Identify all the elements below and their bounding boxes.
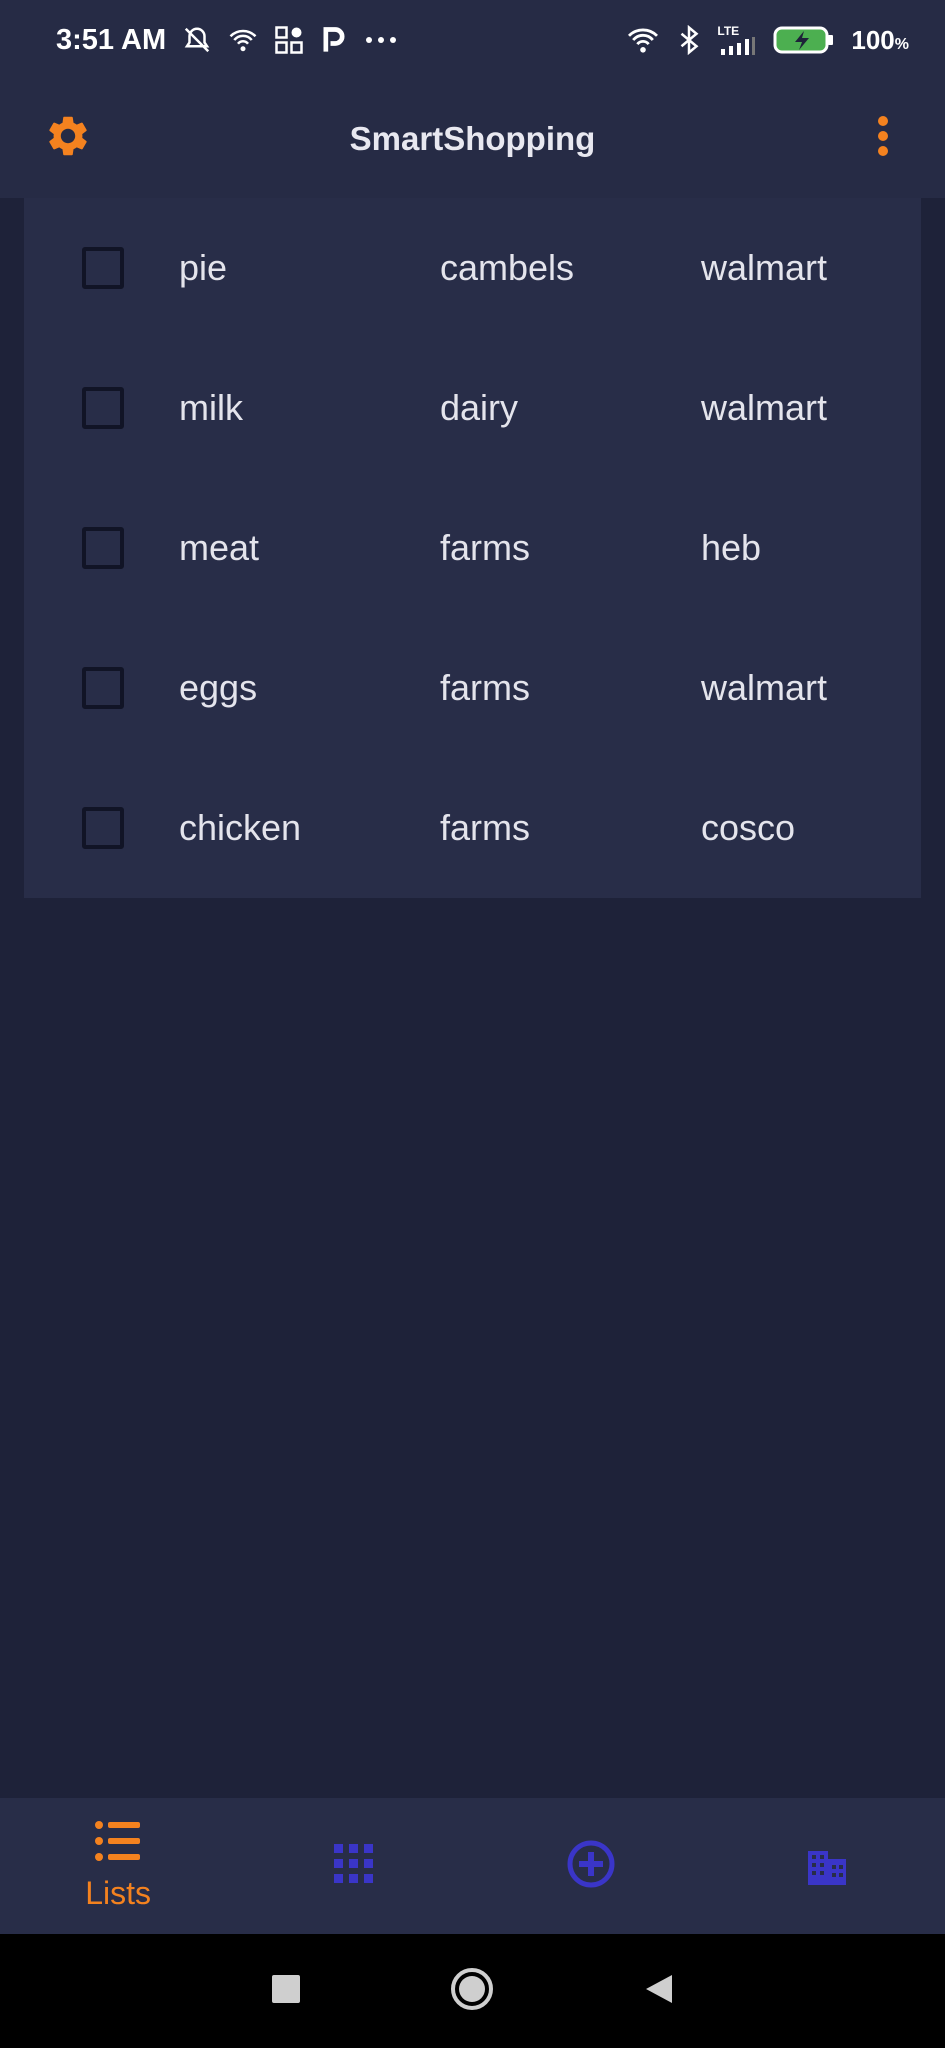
item-store: walmart — [701, 387, 828, 428]
app-bar: SmartShopping — [0, 80, 945, 198]
tab-stores[interactable] — [709, 1798, 945, 1934]
gear-icon — [44, 112, 92, 165]
status-right: LTE 100% — [625, 25, 909, 56]
shopping-list: pie cambels walmart milk dairy walmart m… — [24, 198, 921, 898]
tab-grid[interactable] — [236, 1798, 472, 1934]
settings-button[interactable] — [40, 110, 96, 166]
list-icon — [94, 1820, 142, 1867]
parking-icon — [320, 25, 348, 55]
circle-home-icon — [450, 1967, 494, 2016]
list-item[interactable]: eggs farms walmart — [24, 618, 921, 758]
list-item[interactable]: meat farms heb — [24, 478, 921, 618]
item-checkbox[interactable] — [82, 387, 124, 429]
triangle-back-icon — [644, 1973, 674, 2010]
item-category: farms — [440, 807, 530, 848]
tab-add[interactable] — [473, 1798, 709, 1934]
bottom-nav: Lists — [0, 1798, 945, 1934]
item-checkbox[interactable] — [82, 527, 124, 569]
item-category: cambels — [440, 247, 575, 288]
app-title: SmartShopping — [349, 120, 596, 157]
item-name: chicken — [179, 807, 302, 848]
item-category: farms — [440, 527, 530, 568]
item-name: meat — [179, 527, 260, 568]
item-store: cosco — [701, 807, 796, 848]
home-button[interactable] — [450, 1967, 494, 2016]
signal-icon: LTE — [717, 25, 757, 55]
alarm-off-icon — [182, 25, 212, 55]
recents-button[interactable] — [271, 1974, 300, 2008]
item-name: milk — [179, 387, 243, 428]
grid-icon — [333, 1843, 375, 1890]
item-checkbox[interactable] — [82, 667, 124, 709]
more-dots-icon — [364, 35, 398, 45]
overflow-menu-button[interactable] — [855, 110, 911, 166]
square-recents-icon — [271, 1974, 300, 2008]
tab-lists-label: Lists — [85, 1875, 152, 1911]
bluetooth-icon — [677, 25, 701, 55]
status-time: 3:51 AM — [56, 23, 167, 56]
network-label: LTE — [717, 24, 740, 38]
back-button[interactable] — [644, 1973, 674, 2010]
more-vertical-icon — [876, 115, 890, 162]
list-item[interactable]: pie cambels walmart — [24, 198, 921, 338]
list-item[interactable]: chicken farms cosco — [24, 758, 921, 898]
item-store: heb — [701, 527, 762, 568]
add-circle-icon — [566, 1839, 616, 1894]
status-bar: 3:51 AM LTE 100% — [0, 0, 945, 80]
tab-lists[interactable]: Lists — [0, 1798, 236, 1934]
apps-icon — [274, 25, 304, 55]
battery-charging-icon — [773, 25, 835, 55]
wifi-icon — [625, 26, 661, 54]
item-checkbox[interactable] — [82, 807, 124, 849]
building-icon — [804, 1841, 850, 1892]
item-category: farms — [440, 667, 530, 708]
item-name: eggs — [179, 667, 258, 708]
system-nav-bar — [0, 1934, 945, 2048]
item-store: walmart — [701, 247, 828, 288]
list-item[interactable]: milk dairy walmart — [24, 338, 921, 478]
item-name: pie — [179, 247, 228, 288]
item-category: dairy — [440, 387, 519, 428]
item-store: walmart — [701, 667, 828, 708]
battery-percent: 100% — [851, 24, 909, 55]
wifi-icon — [228, 27, 258, 53]
status-left: 3:51 AM — [56, 24, 398, 57]
item-checkbox[interactable] — [82, 247, 124, 289]
